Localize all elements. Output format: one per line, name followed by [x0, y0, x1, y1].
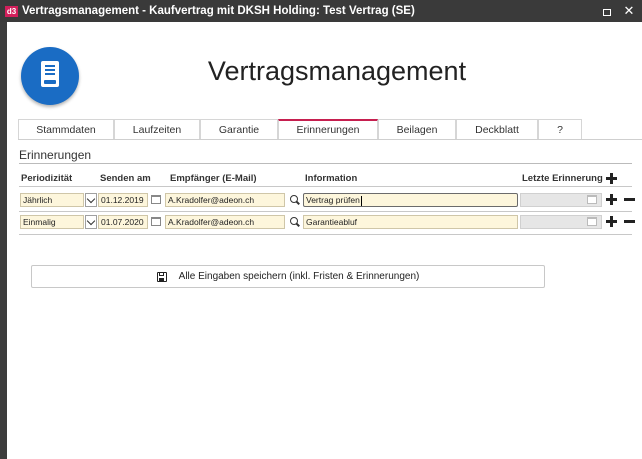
information-input[interactable]: Garantieabluf — [303, 215, 518, 229]
empfaenger-input[interactable]: A.Kradolfer@adeon.ch — [165, 215, 285, 229]
window-titlebar: d3 Vertragsmanagement - Kaufvertrag mit … — [0, 0, 642, 22]
column-header-information: Information — [305, 173, 358, 184]
search-icon[interactable] — [290, 217, 300, 227]
save-all-label: Alle Eingaben speichern (inkl. Fristen &… — [178, 271, 420, 282]
main-content: Vertragsmanagement Stammdaten Laufzeiten… — [7, 22, 642, 459]
row-divider — [19, 186, 632, 187]
tab-garantie[interactable]: Garantie — [200, 119, 278, 139]
close-button[interactable]: ✕ — [621, 3, 637, 19]
chevron-down-icon[interactable] — [85, 215, 97, 229]
senden-am-input[interactable]: 01.07.2020 — [98, 215, 148, 229]
restore-button[interactable] — [599, 4, 615, 19]
tab-stammdaten[interactable]: Stammdaten — [18, 119, 114, 139]
section-title: Erinnerungen — [19, 148, 92, 162]
save-all-button[interactable]: Alle Eingaben speichern (inkl. Fristen &… — [31, 265, 545, 288]
information-input[interactable]: Vertrag prüfen — [303, 193, 518, 207]
restore-icon — [603, 8, 611, 16]
tab-laufzeiten[interactable]: Laufzeiten — [114, 119, 200, 139]
periodizitaet-select[interactable]: Jährlich — [20, 193, 84, 207]
add-row-icon[interactable] — [606, 173, 617, 184]
column-header-empfaenger: Empfänger (E-Mail) — [170, 173, 257, 184]
add-row-icon[interactable] — [606, 216, 617, 227]
tab-beilagen[interactable]: Beilagen — [378, 119, 456, 139]
calendar-icon[interactable] — [151, 217, 161, 226]
tab-bar: Stammdaten Laufzeiten Garantie Erinnerun… — [18, 117, 642, 140]
tab-deckblatt[interactable]: Deckblatt — [456, 119, 538, 139]
calendar-icon — [587, 217, 597, 226]
column-header-periodizitaet: Periodizität — [21, 173, 73, 184]
tab-erinnerungen[interactable]: Erinnerungen — [278, 119, 378, 139]
row-divider — [19, 211, 632, 212]
contract-document-icon — [21, 47, 79, 105]
calendar-icon — [587, 195, 597, 204]
search-icon[interactable] — [290, 195, 300, 205]
column-header-letzte-erinnerung: Letzte Erinnerung — [522, 173, 603, 184]
senden-am-input[interactable]: 01.12.2019 — [98, 193, 148, 207]
floppy-disk-icon — [156, 271, 167, 282]
column-header-senden-am: Senden am — [100, 173, 151, 184]
empfaenger-input[interactable]: A.Kradolfer@adeon.ch — [165, 193, 285, 207]
calendar-icon[interactable] — [151, 195, 161, 204]
add-row-icon[interactable] — [606, 194, 617, 205]
remove-row-icon[interactable] — [624, 194, 635, 205]
remove-row-icon[interactable] — [624, 216, 635, 227]
section-divider — [19, 163, 632, 164]
chevron-down-icon[interactable] — [85, 193, 97, 207]
tab-help[interactable]: ? — [538, 119, 582, 139]
app-icon: d3 — [5, 5, 18, 17]
window-title: Vertragsmanagement - Kaufvertrag mit DKS… — [22, 5, 415, 17]
row-divider — [19, 234, 632, 235]
periodizitaet-select[interactable]: Einmalig — [20, 215, 84, 229]
app-title: Vertragsmanagement — [207, 56, 467, 86]
